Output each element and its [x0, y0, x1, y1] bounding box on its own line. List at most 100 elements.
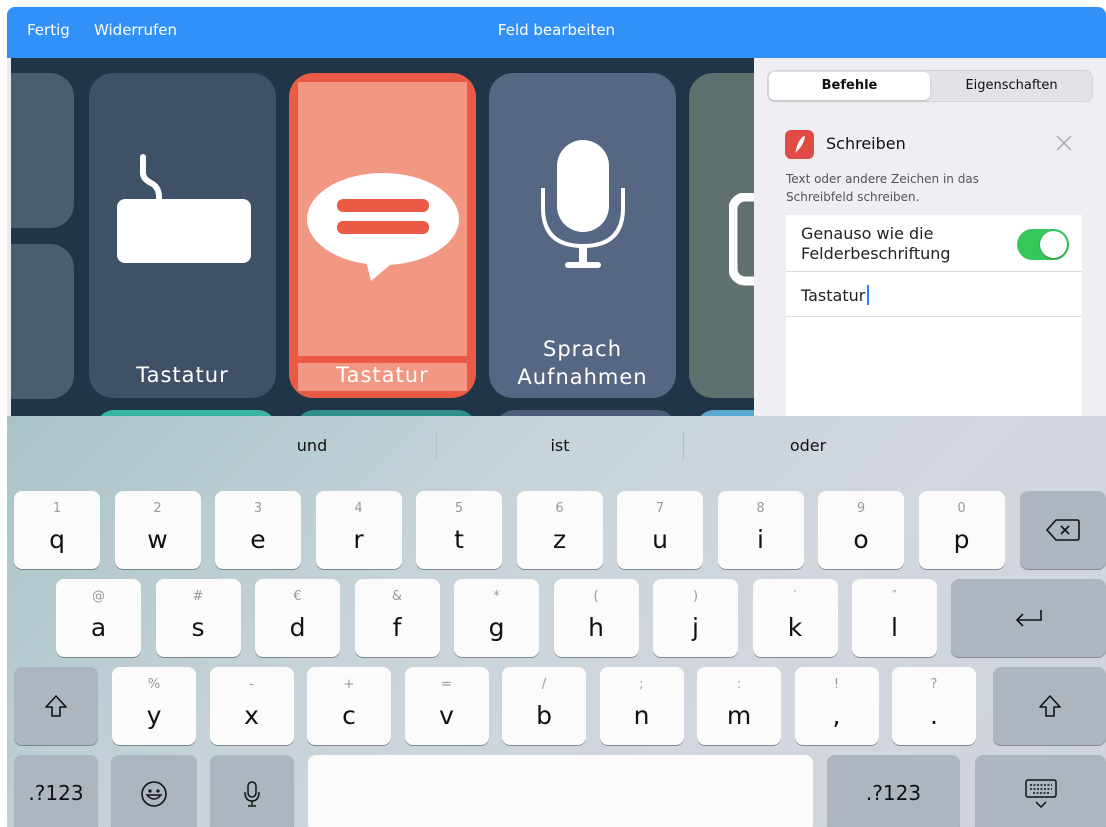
- key-main-char: t: [454, 525, 464, 554]
- key-main-char: u: [652, 525, 668, 554]
- key-w[interactable]: 2w: [114, 491, 201, 569]
- key-p[interactable]: 0p: [918, 491, 1005, 569]
- onscreen-keyboard: und ist oder 1 q 2 w 3 e 4 r 5 t 6 z 7 u 8 i 9 o 0 p @ a # s € d &…: [7, 416, 1106, 827]
- suggestion-bar: und ist oder: [7, 416, 1106, 476]
- key-s[interactable]: # s: [155, 579, 241, 657]
- suggestion-2[interactable]: ist: [445, 416, 675, 476]
- same-as-label-row: Genauso wie die Felderbeschriftung: [786, 215, 1082, 272]
- shift-left-key[interactable]: [14, 667, 98, 745]
- command-description: Text oder andere Zeichen in das Schreibf…: [786, 172, 979, 204]
- tile-label: Sprach Aufnahmen: [489, 335, 676, 391]
- key-f[interactable]: & f: [354, 579, 440, 657]
- key-y[interactable]: % y: [112, 667, 196, 745]
- key-alt-char: 8: [756, 501, 765, 516]
- text-field-row[interactable]: Tastatur: [786, 272, 1082, 317]
- key-main-char: f: [392, 613, 402, 642]
- key-alt-char: 7: [655, 501, 665, 516]
- keyboard-dismiss-icon: [1024, 779, 1057, 809]
- close-icon[interactable]: [1053, 132, 1075, 154]
- key-alt-char: #: [192, 589, 204, 604]
- tile-label-line2: Aufnahmen: [517, 365, 648, 389]
- key-main-char: a: [90, 613, 107, 642]
- backspace-icon: [1046, 519, 1080, 541]
- key-u[interactable]: 7u: [617, 491, 703, 569]
- tile-speak-selected[interactable]: Tastatur: [289, 73, 476, 398]
- key-alt-char: &: [391, 589, 403, 604]
- tile-label: Tastatur: [136, 363, 229, 387]
- tab-commands[interactable]: Befehle: [769, 72, 930, 100]
- suggestion-3[interactable]: oder: [693, 416, 923, 476]
- key-v[interactable]: = v: [404, 667, 489, 745]
- key-n[interactable]: ; n: [599, 667, 684, 745]
- key-main-char: z: [552, 525, 567, 554]
- tile-voice-recording[interactable]: Sprach Aufnahmen: [489, 73, 676, 398]
- shift-right-key[interactable]: [993, 667, 1106, 745]
- toggle-knob: [1040, 231, 1067, 258]
- key-x[interactable]: -x: [209, 667, 294, 745]
- quill-icon: [785, 130, 814, 159]
- key-main-char: v: [439, 701, 454, 730]
- key-alt-char: /: [541, 677, 547, 692]
- key-main-char: n: [633, 701, 650, 730]
- key-t[interactable]: 5t: [416, 491, 502, 569]
- key-o[interactable]: 9o: [818, 491, 904, 569]
- key-alt-char: ″: [892, 589, 897, 604]
- key-g[interactable]: * g: [454, 579, 539, 657]
- key-period[interactable]: ?.: [892, 667, 976, 745]
- tile-partial-left-top[interactable]: [11, 73, 74, 228]
- tile-partial-right[interactable]: [689, 73, 754, 398]
- key-alt-char: 5: [454, 501, 464, 516]
- key-alt-char: -: [249, 677, 254, 692]
- key-j[interactable]: ) j: [653, 579, 738, 657]
- text-caret: [867, 285, 870, 305]
- speech-bubble-icon: [307, 173, 459, 281]
- key-d[interactable]: € d: [255, 579, 340, 657]
- tile-label-line1: Sprach: [542, 337, 623, 361]
- key-comma[interactable]: !,: [794, 667, 879, 745]
- key-k[interactable]: ′ k: [752, 579, 838, 657]
- key-i[interactable]: 8i: [717, 491, 804, 569]
- suggestion-1[interactable]: und: [197, 416, 427, 476]
- key-main-char: b: [536, 701, 552, 730]
- key-m[interactable]: :m: [697, 667, 781, 745]
- hide-keyboard-key[interactable]: [975, 755, 1106, 827]
- numbers-key-right[interactable]: .?123: [827, 755, 960, 827]
- return-key[interactable]: [951, 579, 1106, 657]
- emoji-key[interactable]: [111, 755, 197, 827]
- key-a[interactable]: @ a: [56, 579, 141, 657]
- key-main-char: r: [353, 525, 364, 554]
- keyboard-icon: [117, 154, 251, 263]
- done-button[interactable]: Fertig: [27, 21, 70, 39]
- tile-keyboard[interactable]: Tastatur: [89, 73, 276, 398]
- key-main-char: y: [146, 701, 162, 730]
- key-alt-char: ?: [930, 677, 938, 692]
- key-main-char: ,: [832, 701, 841, 730]
- key-alt-char: %: [147, 677, 161, 692]
- key-r[interactable]: 4r: [315, 491, 402, 569]
- key-b[interactable]: / b: [502, 667, 586, 745]
- key-alt-char: 6: [555, 501, 564, 516]
- key-l[interactable]: ″ l: [852, 579, 937, 657]
- dictation-key[interactable]: [210, 755, 294, 827]
- same-as-label-toggle[interactable]: [1017, 229, 1069, 260]
- numbers-key-left[interactable]: .?123: [14, 755, 98, 827]
- key-e[interactable]: 3e: [215, 491, 301, 569]
- shift-icon: [1038, 695, 1061, 717]
- tab-properties[interactable]: Eigenschaften: [931, 72, 1092, 100]
- delete-key[interactable]: [1020, 491, 1106, 569]
- numbers-key-label: .?123: [865, 781, 922, 805]
- undo-button[interactable]: Widerrufen: [94, 21, 177, 39]
- key-main-char: d: [289, 613, 306, 642]
- text-field[interactable]: Tastatur: [801, 285, 870, 305]
- key-main-char: m: [726, 701, 752, 730]
- key-alt-char: :: [736, 677, 742, 692]
- key-main-char: j: [692, 613, 699, 642]
- key-alt-char: ): [692, 589, 699, 604]
- key-z[interactable]: 6z: [516, 491, 603, 569]
- key-q[interactable]: 1q: [14, 491, 100, 569]
- space-key[interactable]: [308, 755, 813, 827]
- app-frame: Fertig Widerrufen Feld bearbeiten Tastat…: [7, 7, 1106, 827]
- key-c[interactable]: + c: [307, 667, 391, 745]
- key-h[interactable]: (h: [553, 579, 639, 657]
- tile-partial-left-bottom[interactable]: [11, 244, 74, 399]
